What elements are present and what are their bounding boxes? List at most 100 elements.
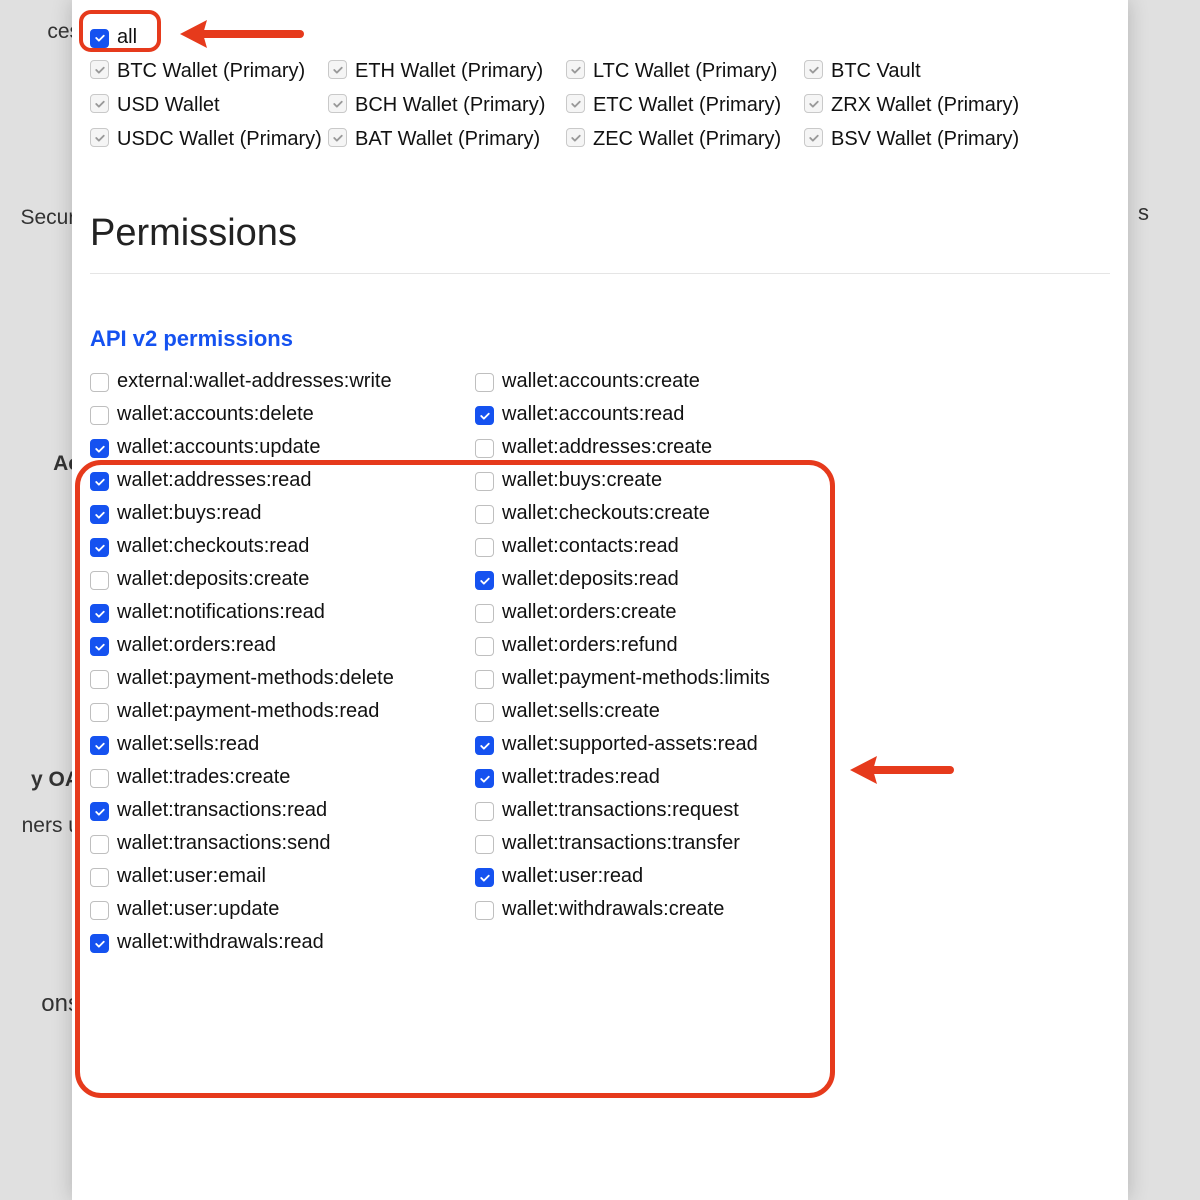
account-label: ZEC Wallet (Primary)	[593, 126, 781, 152]
account-checkbox[interactable]	[804, 60, 823, 79]
permission-checkbox[interactable]	[475, 703, 494, 722]
permission-checkbox[interactable]	[90, 769, 109, 788]
permission-checkbox[interactable]	[90, 505, 109, 524]
account-checkbox[interactable]	[566, 60, 585, 79]
permission-label: wallet:user:update	[117, 898, 279, 921]
permission-label: wallet:accounts:update	[117, 436, 320, 459]
permission-checkbox[interactable]	[475, 769, 494, 788]
permission-item: wallet:transactions:request	[475, 799, 850, 822]
account-label: LTC Wallet (Primary)	[593, 58, 777, 84]
permission-checkbox[interactable]	[90, 934, 109, 953]
permission-checkbox[interactable]	[475, 802, 494, 821]
permission-label: external:wallet-addresses:write	[117, 370, 392, 393]
permission-checkbox[interactable]	[475, 736, 494, 755]
permission-checkbox[interactable]	[475, 505, 494, 524]
permission-checkbox[interactable]	[475, 670, 494, 689]
permission-label: wallet:buys:create	[502, 469, 662, 492]
permission-checkbox[interactable]	[475, 901, 494, 920]
permission-checkbox[interactable]	[90, 373, 109, 392]
account-checkbox[interactable]	[90, 128, 109, 147]
permission-label: wallet:withdrawals:read	[117, 931, 324, 954]
account-label: USDC Wallet (Primary)	[117, 126, 322, 152]
permission-checkbox[interactable]	[90, 637, 109, 656]
account-item: LTC Wallet (Primary)	[566, 54, 804, 88]
permission-checkbox[interactable]	[90, 472, 109, 491]
permission-checkbox[interactable]	[475, 538, 494, 557]
background-left-fragments: ces Securi Ac y OA ners u ons	[0, 0, 80, 1200]
permission-label: wallet:accounts:delete	[117, 403, 314, 426]
permission-checkbox[interactable]	[90, 802, 109, 821]
permission-checkbox[interactable]	[475, 439, 494, 458]
permission-checkbox[interactable]	[475, 835, 494, 854]
permission-checkbox[interactable]	[475, 373, 494, 392]
permission-item: wallet:buys:read	[90, 502, 465, 525]
permission-label: wallet:notifications:read	[117, 601, 325, 624]
permission-label: wallet:deposits:read	[502, 568, 679, 591]
permission-label: wallet:accounts:read	[502, 403, 684, 426]
account-checkbox[interactable]	[328, 128, 347, 147]
permission-checkbox[interactable]	[475, 472, 494, 491]
permission-checkbox[interactable]	[475, 571, 494, 590]
permission-label: wallet:orders:read	[117, 634, 276, 657]
account-label: BCH Wallet (Primary)	[355, 92, 545, 118]
permission-checkbox[interactable]	[90, 439, 109, 458]
permission-checkbox[interactable]	[475, 604, 494, 623]
account-checkbox[interactable]	[328, 60, 347, 79]
bg-text: y OA	[0, 762, 80, 798]
permission-checkbox[interactable]	[90, 868, 109, 887]
account-item: USD Wallet	[90, 88, 328, 122]
permission-label: wallet:trades:read	[502, 766, 660, 789]
account-label: BSV Wallet (Primary)	[831, 126, 1019, 152]
permission-item: wallet:accounts:delete	[90, 403, 465, 426]
account-item: BSV Wallet (Primary)	[804, 122, 1042, 156]
permission-checkbox[interactable]	[475, 868, 494, 887]
permission-label: wallet:transactions:transfer	[502, 832, 740, 855]
bg-text: Ac	[0, 446, 80, 482]
permission-item: wallet:contacts:read	[475, 535, 850, 558]
permission-label: wallet:contacts:read	[502, 535, 679, 558]
api-settings-modal: all BTC Wallet (Primary)ETH Wallet (Prim…	[72, 0, 1128, 1200]
permission-label: wallet:sells:read	[117, 733, 259, 756]
checkbox-all-accounts[interactable]	[90, 29, 109, 48]
account-item: BCH Wallet (Primary)	[328, 88, 566, 122]
permission-checkbox[interactable]	[90, 703, 109, 722]
bg-text: ners u	[0, 808, 80, 844]
permission-label: wallet:user:email	[117, 865, 266, 888]
permission-label: wallet:accounts:create	[502, 370, 700, 393]
permission-label: wallet:orders:create	[502, 601, 677, 624]
permission-label: wallet:payment-methods:limits	[502, 667, 770, 690]
background-right-fragments: s	[1128, 0, 1200, 1200]
permission-label: wallet:addresses:create	[502, 436, 712, 459]
permission-item: wallet:user:update	[90, 898, 465, 921]
permission-checkbox[interactable]	[90, 538, 109, 557]
permission-item: wallet:withdrawals:read	[90, 931, 465, 954]
account-checkbox[interactable]	[566, 94, 585, 113]
permission-label: wallet:withdrawals:create	[502, 898, 724, 921]
permission-item: wallet:transactions:transfer	[475, 832, 850, 855]
account-checkbox[interactable]	[328, 94, 347, 113]
permission-checkbox[interactable]	[90, 835, 109, 854]
account-checkbox[interactable]	[90, 94, 109, 113]
permission-checkbox[interactable]	[475, 637, 494, 656]
account-checkbox[interactable]	[804, 128, 823, 147]
permission-item: wallet:trades:create	[90, 766, 465, 789]
account-item: ZRX Wallet (Primary)	[804, 88, 1042, 122]
permission-checkbox[interactable]	[90, 736, 109, 755]
account-label: BTC Vault	[831, 58, 921, 84]
account-checkbox[interactable]	[90, 60, 109, 79]
permission-checkbox[interactable]	[90, 406, 109, 425]
permission-checkbox[interactable]	[90, 901, 109, 920]
permission-item: wallet:orders:read	[90, 634, 465, 657]
account-checkbox[interactable]	[804, 94, 823, 113]
account-item: USDC Wallet (Primary)	[90, 122, 328, 156]
permission-checkbox[interactable]	[90, 670, 109, 689]
bg-text: ces	[0, 14, 80, 50]
permission-checkbox[interactable]	[90, 604, 109, 623]
permission-checkbox[interactable]	[90, 571, 109, 590]
permission-checkbox[interactable]	[475, 406, 494, 425]
permission-item: wallet:accounts:create	[475, 370, 850, 393]
account-checkbox[interactable]	[566, 128, 585, 147]
permission-label: wallet:payment-methods:delete	[117, 667, 394, 690]
permission-label: wallet:supported-assets:read	[502, 733, 758, 756]
permission-item: wallet:user:read	[475, 865, 850, 888]
